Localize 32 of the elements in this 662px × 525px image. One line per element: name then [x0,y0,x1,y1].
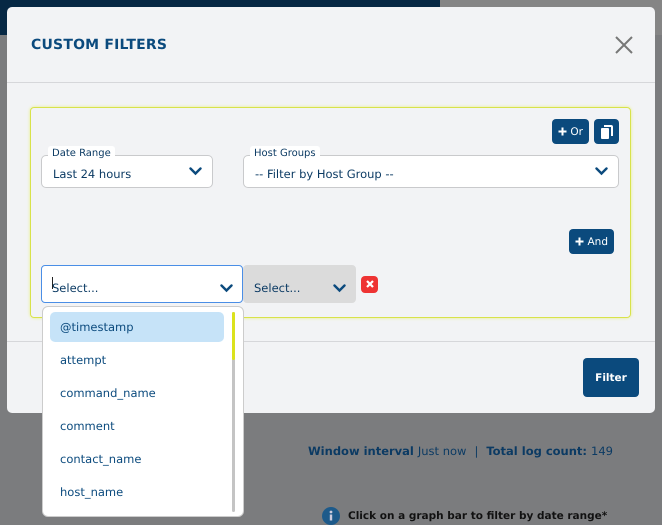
chevron-down-icon [189,167,202,176]
close-icon [364,279,374,289]
summary-value: Just now [418,444,466,458]
dropdown-option[interactable]: command_name [50,378,224,408]
separator: | [474,444,478,458]
chevron-down-icon [220,284,233,292]
info-icon [322,507,340,525]
copy-icon [600,124,612,138]
dropdown-option[interactable]: @timestamp [50,312,224,342]
plus-icon [558,127,568,136]
modal-title: CUSTOM FILTERS [31,36,168,52]
dropdown-option[interactable]: attempt [50,345,224,375]
summary-label: Window interval [308,444,414,458]
select-field[interactable]: Select... [41,265,243,303]
scrollbar-thumb[interactable] [232,312,235,360]
dropdown-option[interactable]: contact_name [50,444,224,474]
dropdown-option[interactable]: comment [50,411,224,441]
plus-icon [575,237,584,246]
copy-button[interactable] [594,119,619,144]
filter-button[interactable]: Filter [583,358,639,397]
summary-label: Total log count: [486,444,588,458]
summary-value: 149 [591,444,613,458]
chevron-down-icon [595,167,608,176]
chevron-down-icon [333,284,346,292]
text-cursor [52,277,53,289]
dropdown-option[interactable]: host_name [50,477,224,507]
or-button[interactable]: Or [552,119,589,144]
remove-button[interactable] [361,276,378,292]
and-button[interactable]: And [569,229,614,254]
scrollbar[interactable] [232,312,235,512]
hint-text: Click on a graph bar to filter by date range* [348,510,608,522]
close-button[interactable] [615,36,633,54]
